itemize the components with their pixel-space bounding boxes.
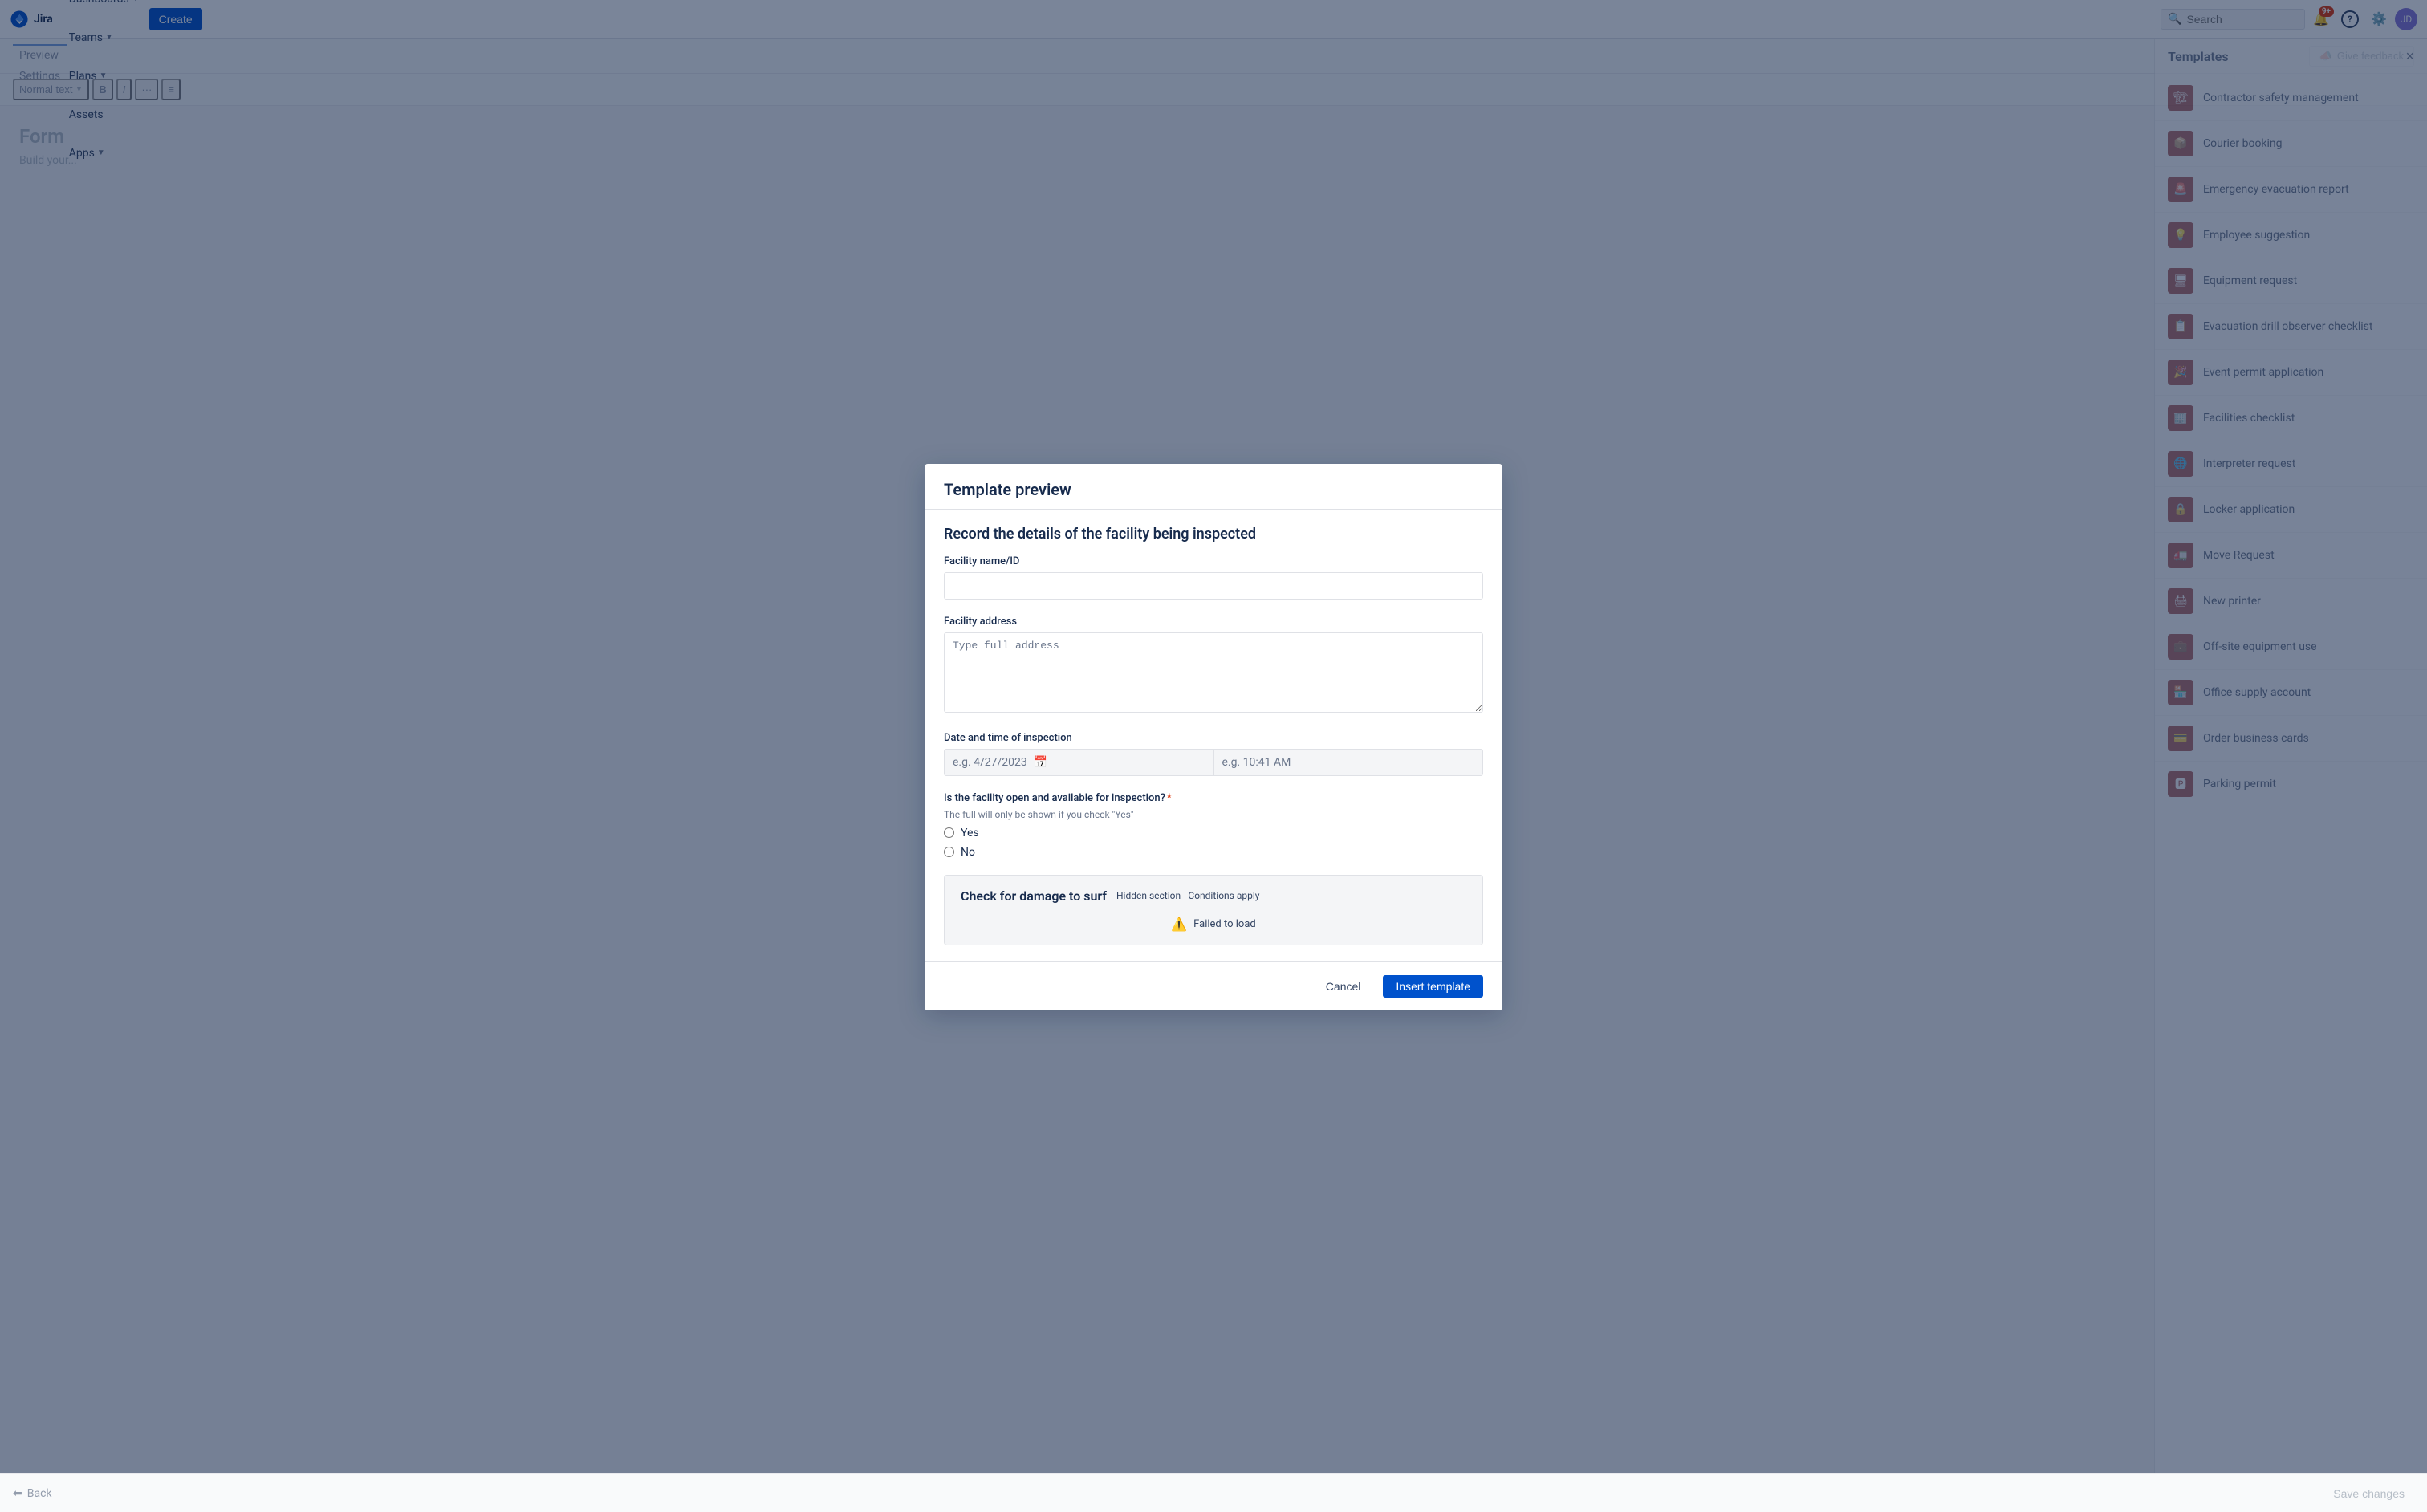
radio-no-input[interactable] [944,847,954,857]
facility-address-field: Facility address [944,616,1483,716]
save-changes-button[interactable]: Save changes [2323,1482,2414,1505]
template-preview-modal: Template preview Record the details of t… [925,464,1502,1010]
modal-title: Template preview [944,480,1483,499]
radio-no-label: No [961,846,975,859]
modal-section-title: Record the details of the facility being… [944,526,1483,543]
radio-yes-label: Yes [961,827,979,839]
facility-name-input[interactable] [944,572,1483,600]
modal-footer: Cancel Insert template [925,961,1502,1010]
radio-no[interactable]: No [944,846,1483,859]
time-part[interactable]: e.g. 10:41 AM [1214,750,1483,775]
hidden-badge: Hidden section - Conditions apply [1116,890,1259,901]
date-placeholder-text: e.g. 4/27/2023 [953,756,1027,769]
back-button[interactable]: ⬅ Back [13,1487,52,1500]
calendar-icon: 📅 [1034,756,1047,769]
date-part[interactable]: e.g. 4/27/2023 📅 [945,750,1214,775]
required-marker: * [1167,792,1172,804]
availability-label: Is the facility open and available for i… [944,792,1483,804]
failed-load-message: ⚠️ Failed to load [961,917,1466,932]
hidden-section-header: Check for damage to surf Hidden section … [961,888,1466,904]
facility-name-field: Facility name/ID [944,555,1483,600]
date-time-row: e.g. 4/27/2023 📅 e.g. 10:41 AM [944,749,1483,776]
facility-address-label: Facility address [944,616,1483,628]
radio-yes-input[interactable] [944,827,954,838]
modal-header: Template preview [925,464,1502,510]
availability-hint: The full will only be shown if you check… [944,809,1483,820]
availability-field: Is the facility open and available for i… [944,792,1483,859]
hidden-section-title: Check for damage to surf [961,888,1107,904]
hidden-section: Check for damage to surf Hidden section … [944,875,1483,945]
availability-radio-group: Yes No [944,827,1483,859]
modal-body: Record the details of the facility being… [925,510,1502,961]
facility-name-label: Facility name/ID [944,555,1483,567]
cancel-button[interactable]: Cancel [1313,975,1374,998]
back-icon: ⬅ [13,1487,22,1500]
modal-overlay: Template preview Record the details of t… [0,0,2427,1473]
date-time-label: Date and time of inspection [944,732,1483,744]
bottom-bar: ⬅ Back Save changes [0,1473,2427,1512]
insert-template-button[interactable]: Insert template [1383,975,1483,998]
back-label: Back [27,1487,52,1500]
radio-yes[interactable]: Yes [944,827,1483,839]
date-time-field: Date and time of inspection e.g. 4/27/20… [944,732,1483,776]
facility-address-textarea[interactable] [944,632,1483,713]
failed-load-text: Failed to load [1193,918,1256,930]
time-placeholder-text: e.g. 10:41 AM [1222,756,1291,769]
warning-icon: ⚠️ [1171,917,1187,932]
